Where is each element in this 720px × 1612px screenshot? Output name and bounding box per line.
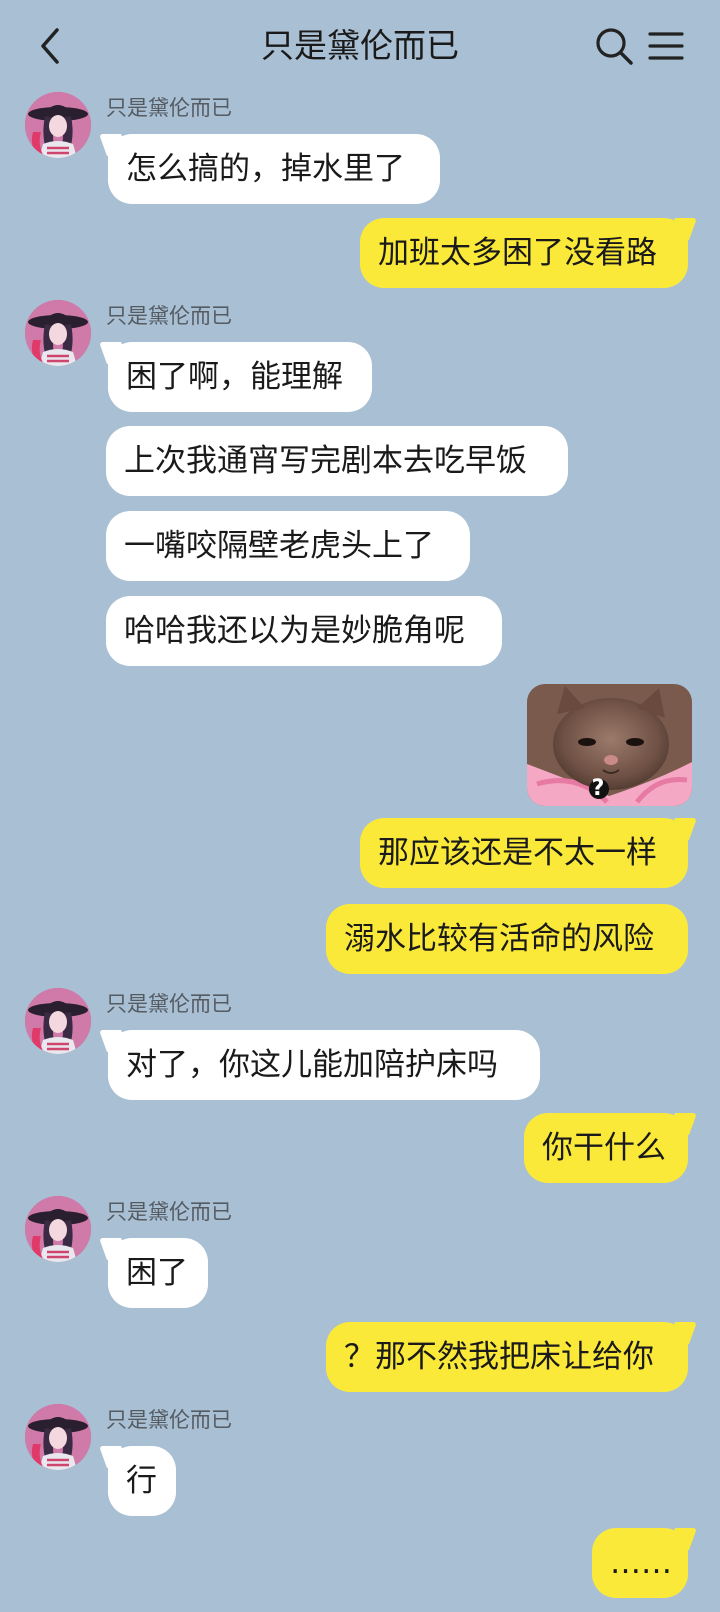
outgoing-message[interactable]: 溺水比较有活命的风险 [326,904,688,974]
search-icon [596,28,633,65]
message-text: 你干什么 [542,1130,666,1166]
outgoing-message[interactable]: 加班太多困了没看路 [360,218,688,288]
incoming-message[interactable]: 行 [108,1446,176,1516]
incoming-message[interactable]: 困了啊，能理解 [108,342,372,412]
message-text: ？那不然我把床让给你 [344,1339,654,1375]
contact-avatar[interactable] [25,988,91,1054]
outgoing-message[interactable]: 你干什么 [524,1113,688,1183]
kitten-sticker[interactable]: ? [527,684,692,806]
message-text: 对了，你这儿能加陪护床吗 [126,1047,498,1083]
contact-avatar[interactable] [25,92,91,158]
message-text: 哈哈我还以为是妙脆角呢 [124,613,465,649]
contact-avatar[interactable] [25,300,91,366]
message-text: 行 [126,1463,157,1499]
menu-button[interactable] [644,24,688,68]
message-text: 困了 [126,1255,188,1291]
incoming-message[interactable]: 对了，你这儿能加陪护床吗 [108,1030,540,1100]
contact-avatar[interactable] [25,1196,91,1262]
message-text: 一嘴咬隔壁老虎头上了 [124,528,434,564]
outgoing-message[interactable]: 那应该还是不太一样 [360,818,688,888]
message-text: 溺水比较有活命的风险 [344,921,654,957]
search-button[interactable] [592,24,636,68]
sticker-caption: ? [591,776,605,801]
message-text: 那应该还是不太一样 [378,835,657,871]
incoming-message[interactable]: 上次我通宵写完剧本去吃早饭 [106,426,568,496]
message-text: 上次我通宵写完剧本去吃早饭 [124,443,527,479]
sender-name: 只是黛伦而已 [106,1200,232,1224]
outgoing-message[interactable]: ？那不然我把床让给你 [326,1322,688,1392]
sender-name: 只是黛伦而已 [106,96,232,120]
chat-header: 只是黛伦而已 [0,0,720,92]
incoming-message[interactable]: 怎么搞的，掉水里了 [108,134,440,204]
incoming-message[interactable]: 一嘴咬隔壁老虎头上了 [106,511,470,581]
outgoing-message[interactable]: …… [592,1528,688,1598]
sender-name: 只是黛伦而已 [106,1408,232,1432]
sender-name: 只是黛伦而已 [106,992,232,1016]
message-text: 困了啊，能理解 [126,359,343,395]
message-text: 怎么搞的，掉水里了 [126,151,405,187]
contact-avatar[interactable] [25,1404,91,1470]
menu-icon [648,32,684,60]
message-text: 加班太多困了没看路 [378,235,657,271]
message-text: …… [610,1545,672,1581]
incoming-message[interactable]: 困了 [108,1238,208,1308]
incoming-message[interactable]: 哈哈我还以为是妙脆角呢 [106,596,502,666]
sender-name: 只是黛伦而已 [106,304,232,328]
